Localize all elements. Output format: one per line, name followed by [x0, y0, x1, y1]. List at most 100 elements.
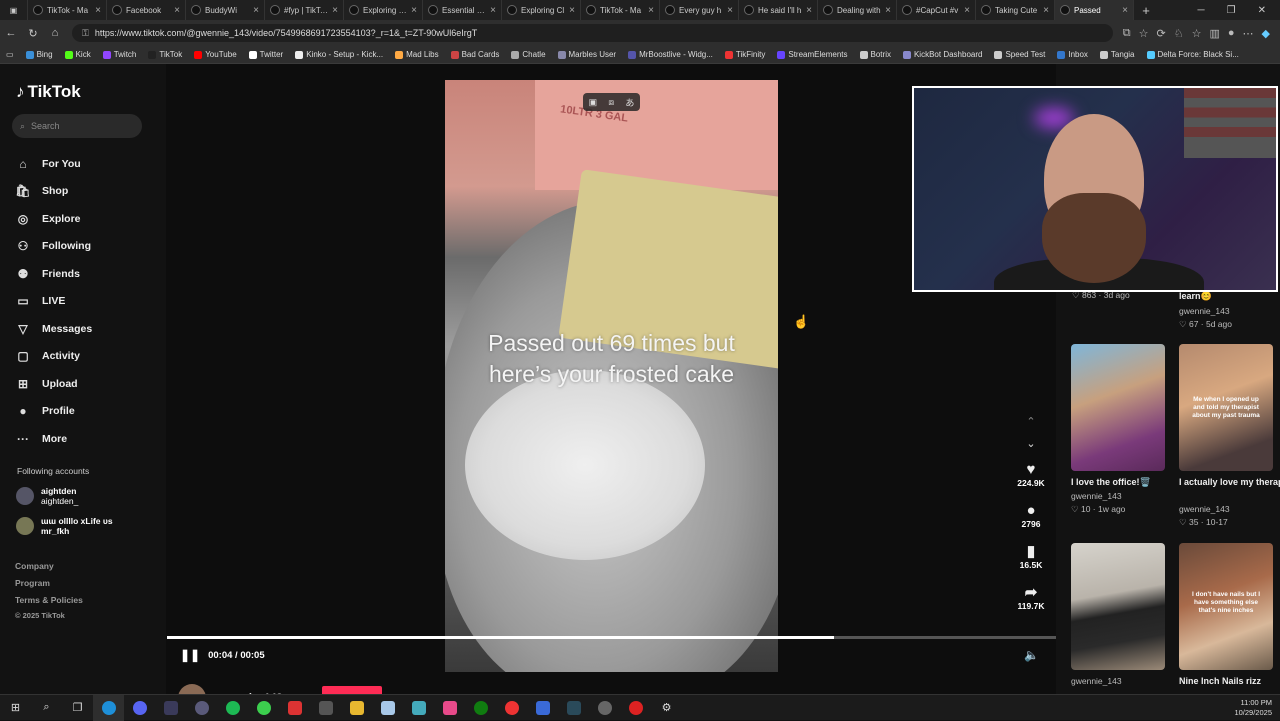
comment-button[interactable]: ● 2796 [1022, 495, 1041, 536]
browser-tab[interactable]: Passed × [1055, 0, 1134, 20]
chevron-up-icon[interactable]: ⌃ [1026, 410, 1035, 432]
bookmark-item[interactable]: Tangia [1099, 50, 1135, 59]
close-window-icon[interactable]: ✕ [1258, 5, 1266, 16]
browser-tab[interactable]: #fyp | TikTok × [265, 0, 344, 20]
bookmark-item[interactable]: Twitch [102, 50, 136, 59]
close-tab-icon[interactable]: × [1122, 5, 1128, 16]
browser-tab[interactable]: Exploring Cl × [502, 0, 581, 20]
bookmark-item[interactable]: Botrix [859, 50, 891, 59]
nav-item-upload[interactable]: ⊞ Upload [15, 370, 92, 398]
following-account[interactable]: aightden aightden_ [16, 486, 78, 506]
app-icon[interactable] [310, 695, 341, 721]
sync-icon[interactable]: ⟳ [1157, 27, 1166, 40]
folder-icon[interactable] [341, 695, 372, 721]
browser-tab[interactable]: BuddyWi × [186, 0, 265, 20]
tiktok-logo[interactable]: ♪ TikTok [16, 82, 81, 102]
bookmark-item[interactable]: Kick [64, 50, 91, 59]
bookmark-item[interactable]: Bad Cards [450, 50, 499, 59]
app-icon[interactable] [124, 695, 155, 721]
nav-item-for-you[interactable]: ⌂ For You [15, 150, 92, 178]
close-tab-icon[interactable]: × [95, 5, 101, 16]
app-icon[interactable] [434, 695, 465, 721]
close-tab-icon[interactable]: × [411, 5, 417, 16]
app-icon[interactable] [527, 695, 558, 721]
close-tab-icon[interactable]: × [885, 5, 891, 16]
taskbar-clock[interactable]: 11:00 PM 10/29/2025 [1234, 698, 1272, 718]
footer-terms-link[interactable]: Terms & Policies [15, 595, 83, 605]
bookmark-item[interactable]: Chatle [511, 50, 546, 59]
start-icon[interactable]: ⊞ [0, 695, 31, 721]
pause-icon[interactable]: ❚❚ [180, 648, 200, 662]
share-button[interactable]: ➦ 119.7K [1018, 577, 1045, 618]
pip-icon[interactable]: ▣ [589, 97, 598, 108]
favorite-star-icon[interactable]: ☆ [1139, 27, 1149, 40]
browser-tab[interactable]: #CapCut #v × [897, 0, 976, 20]
copilot-icon[interactable]: ◆ [1262, 27, 1270, 40]
nav-item-friends[interactable]: ⚉ Friends [15, 260, 92, 288]
video-thumbnail[interactable]: I don't have nails but I have something … [1179, 543, 1273, 670]
maximize-icon[interactable]: ❐ [1227, 5, 1236, 16]
nav-item-activity[interactable]: ▢ Activity [15, 343, 92, 371]
close-tab-icon[interactable]: × [806, 5, 812, 16]
capture-icon[interactable]: ⧈ [608, 97, 614, 108]
edge-app-icon[interactable] [93, 694, 124, 721]
bookmarks-apps-icon[interactable]: ▭ [6, 50, 14, 59]
footer-program-link[interactable]: Program [15, 578, 50, 588]
close-tab-icon[interactable]: × [253, 5, 259, 16]
back-icon[interactable]: ← [0, 27, 22, 39]
save-button[interactable]: ▮ 16.5K [1020, 536, 1043, 577]
nav-item-profile[interactable]: ● Profile [15, 398, 92, 426]
bookmark-item[interactable]: StreamElements [777, 50, 848, 59]
url-field[interactable]: ⚿ https://www.tiktok.com/@gwennie_143/vid… [72, 24, 1113, 42]
app-icon[interactable] [558, 695, 589, 721]
bookmark-item[interactable]: YouTube [194, 50, 237, 59]
bookmark-item[interactable]: Speed Test [994, 50, 1045, 59]
footer-company-link[interactable]: Company [15, 561, 54, 571]
close-tab-icon[interactable]: × [569, 5, 575, 16]
bookmark-item[interactable]: KickBot Dashboard [902, 50, 982, 59]
bookmark-item[interactable]: Bing [25, 50, 53, 59]
nav-item-live[interactable]: ▭ LIVE [15, 288, 92, 316]
close-tab-icon[interactable]: × [964, 5, 970, 16]
menu-dots-icon[interactable]: ⋯ [1243, 27, 1254, 40]
browser-tab[interactable]: Taking Cute × [976, 0, 1055, 20]
browser-tab[interactable]: Facebook × [107, 0, 186, 20]
nav-item-explore[interactable]: ◎ Explore [15, 205, 92, 233]
settings-icon[interactable]: ⚙ [651, 695, 682, 721]
nav-item-more[interactable]: ··· More [15, 425, 92, 453]
chevron-down-icon[interactable]: ⌄ [1026, 432, 1035, 454]
refresh-icon[interactable]: ↻ [22, 27, 44, 40]
close-tab-icon[interactable]: × [727, 5, 733, 16]
app-icon[interactable] [372, 695, 403, 721]
split-icon[interactable]: ▥ [1209, 27, 1219, 40]
app-icon[interactable] [279, 695, 310, 721]
collections-icon[interactable]: ☆ [1192, 27, 1202, 40]
video-progress-bar[interactable] [167, 636, 1056, 639]
app-icon[interactable] [620, 695, 651, 721]
video-thumbnail[interactable] [1071, 344, 1165, 471]
bookmark-item[interactable]: TikFinity [724, 50, 765, 59]
close-tab-icon[interactable]: × [648, 5, 654, 16]
bookmark-item[interactable]: Mad Libs [395, 50, 439, 59]
browser-tab[interactable]: TikTok - Ma × [581, 0, 660, 20]
app-icon[interactable] [496, 695, 527, 721]
bookmark-item[interactable]: TikTok [148, 50, 182, 59]
close-tab-icon[interactable]: × [490, 5, 496, 16]
bookmark-item[interactable]: Delta Force: Black Si... [1146, 50, 1239, 59]
close-tab-icon[interactable]: × [1043, 5, 1049, 16]
browser-tab[interactable]: Dealing with × [818, 0, 897, 20]
browser-tab[interactable]: He said I'll h × [739, 0, 818, 20]
bookmark-item[interactable]: Inbox [1057, 50, 1088, 59]
extensions-icon[interactable]: ⧉ [1123, 27, 1131, 40]
task-view-icon[interactable]: ❐ [62, 695, 93, 721]
app-icon[interactable] [186, 695, 217, 721]
search-icon[interactable]: ⌕ [31, 695, 62, 721]
volume-icon[interactable]: 🔈 [1024, 648, 1039, 662]
bookmark-item[interactable]: Marbles User [557, 50, 616, 59]
video-frame[interactable]: 10LTR 3 GAL Passed out 69 times but here… [445, 80, 778, 672]
nav-item-following[interactable]: ⚇ Following [15, 233, 92, 261]
spotify-icon[interactable] [217, 695, 248, 721]
video-thumbnail[interactable]: Me when I opened up and told my therapis… [1179, 344, 1273, 471]
bookmark-item[interactable]: MrBoostlive - Widg... [628, 50, 713, 59]
nav-item-shop[interactable]: 🛍 Shop [15, 178, 92, 206]
